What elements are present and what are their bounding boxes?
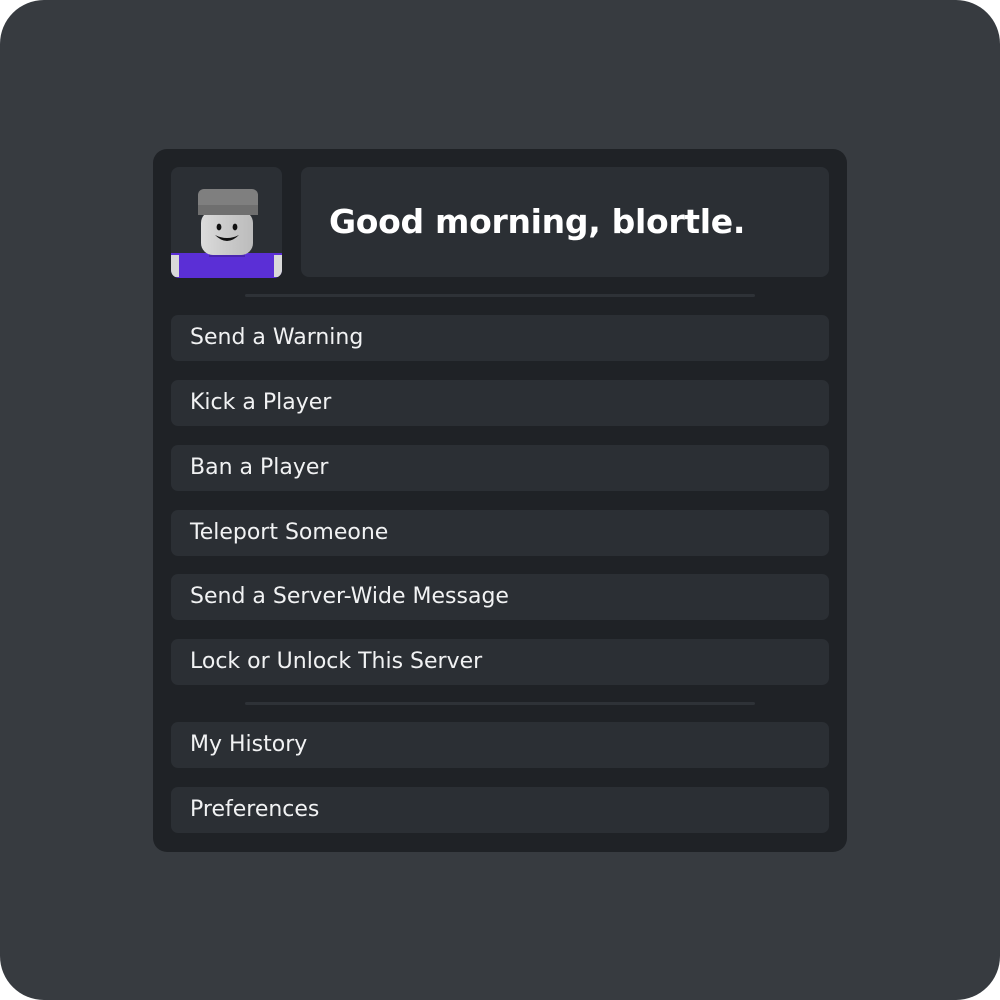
divider [245, 702, 755, 705]
kick-player-button[interactable]: Kick a Player [171, 380, 829, 426]
divider [245, 294, 755, 297]
lock-unlock-server-button[interactable]: Lock or Unlock This Server [171, 639, 829, 685]
menu-item-label: Send a Warning [190, 325, 364, 350]
menu-item-label: Lock or Unlock This Server [190, 649, 483, 674]
menu-item-label: Kick a Player [190, 390, 332, 415]
admin-panel: Good morning, blortle. Send a Warning Ki… [153, 149, 847, 852]
avatar [171, 167, 282, 278]
menu-item-label: Ban a Player [190, 455, 329, 480]
my-history-button[interactable]: My History [171, 722, 829, 768]
menu-item-label: Preferences [190, 797, 320, 822]
menu-item-label: My History [190, 732, 308, 757]
menu-item-label: Send a Server-Wide Message [190, 584, 509, 609]
teleport-someone-button[interactable]: Teleport Someone [171, 510, 829, 556]
preferences-button[interactable]: Preferences [171, 787, 829, 833]
menu-item-label: Teleport Someone [190, 520, 389, 545]
ban-player-button[interactable]: Ban a Player [171, 445, 829, 491]
server-wide-message-button[interactable]: Send a Server-Wide Message [171, 574, 829, 620]
send-warning-button[interactable]: Send a Warning [171, 315, 829, 361]
player-avatar-icon [171, 189, 282, 278]
greeting-text: Good morning, blortle. [329, 202, 746, 241]
greeting-banner: Good morning, blortle. [301, 167, 829, 277]
